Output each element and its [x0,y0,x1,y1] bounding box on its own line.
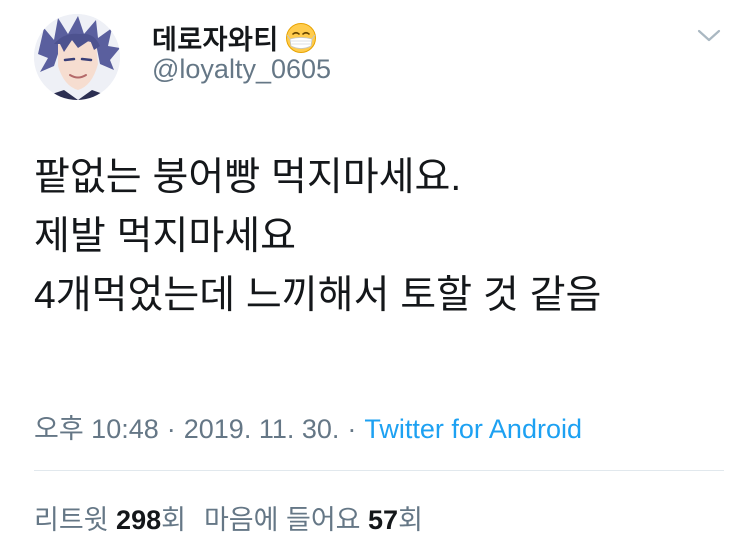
chevron-down-icon[interactable] [696,24,722,46]
avatar[interactable] [34,14,120,100]
retweets-unit: 회 [161,505,186,535]
tweet-line: 팥없는 붕어빵 먹지마세요. [34,156,462,199]
avatar-image [34,14,120,100]
retweets-count: 298 [116,505,162,535]
source-link[interactable]: Twitter for Android [364,414,582,444]
tweet-text: 팥없는 붕어빵 먹지마세요. 제발 먹지마세요 4개먹었는데 느끼해서 토할 것… [34,148,724,325]
likes-stat[interactable]: 마음에 들어요 57회 [204,505,423,535]
display-name[interactable]: 데로자와티 [152,18,279,57]
likes-unit: 회 [398,505,423,535]
engagement-stats: 리트윗 298회 마음에 들어요 57회 [34,498,423,537]
separator: · [166,414,176,444]
tweet-line: 4개먹었는데 느끼해서 토할 것 같음 [34,274,602,317]
retweets-stat[interactable]: 리트윗 298회 [34,505,186,535]
tweet-metadata: 오후 10:48 · 2019. 11. 30. · Twitter for Andro… [34,407,582,446]
separator: · [347,414,357,444]
tweet-date[interactable]: 2019. 11. 30. [184,414,340,444]
likes-label: 마음에 들어요 [203,505,361,535]
tweet-line: 제발 먹지마세요 [34,215,296,258]
face-with-medical-mask-icon [285,22,316,53]
author-name-row[interactable]: 데로자와티 [152,18,317,57]
likes-count: 57 [368,505,399,535]
username-handle[interactable]: @loyalty_0605 [152,54,331,85]
tweet-time[interactable]: 오후 10:48 [34,414,159,444]
retweets-label: 리트윗 [34,505,109,535]
divider [34,470,724,471]
